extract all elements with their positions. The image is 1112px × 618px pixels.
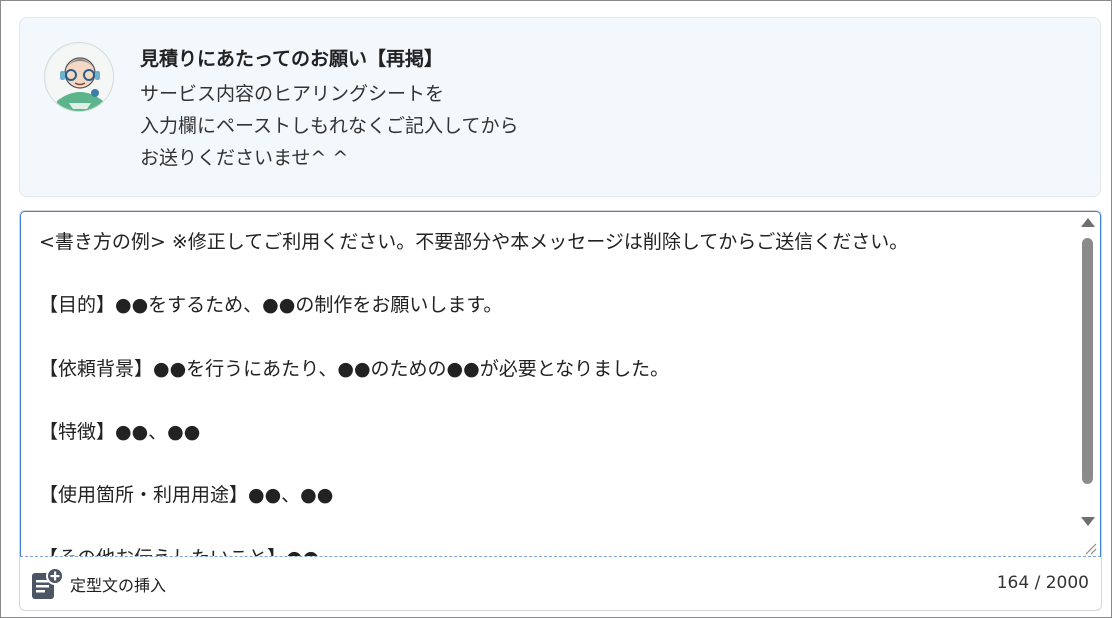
notice-line: お送りくださいませ^ ^ [140, 147, 349, 169]
message-composer: <書き方の例> ※修正してご利用ください。不要部分や本メッセージは削除してからご… [19, 210, 1102, 611]
char-count: 164 [996, 573, 1030, 593]
notice-line: 入力欄にペーストしもれなくご記入してから [140, 115, 519, 137]
notice-line: サービス内容のヒアリングシートを [140, 83, 445, 105]
char-separator: / [1029, 573, 1046, 593]
scrollbar-thumb[interactable] [1082, 238, 1093, 484]
message-line: 【その他お伝えしたいこと】●● [39, 542, 908, 556]
scroll-up-arrow-icon[interactable] [1081, 218, 1095, 227]
vertical-scrollbar[interactable] [1078, 212, 1096, 556]
message-line: <書き方の例> ※修正してご利用ください。不要部分や本メッセージは削除してからご… [39, 231, 909, 253]
insert-template-label: 定型文の挿入 [70, 576, 167, 595]
notice-box: 見積りにあたってのお願い【再掲】 サービス内容のヒアリングシートを 入力欄にペー… [19, 17, 1101, 197]
message-line: 【目的】●●をするため、●●の制作をお願いします。 [39, 294, 503, 317]
message-textarea[interactable]: <書き方の例> ※修正してご利用ください。不要部分や本メッセージは削除してからご… [20, 211, 1101, 557]
char-limit: 2000 [1045, 573, 1089, 593]
notice-body: サービス内容のヒアリングシートを 入力欄にペーストしもれなくご記入してから お送… [140, 78, 518, 174]
composer-footer: 定型文の挿入 164 / 2000 [20, 557, 1101, 610]
insert-template-button[interactable]: 定型文の挿入 [30, 567, 166, 601]
notice-title: 見積りにあたってのお願い【再掲】 [140, 48, 444, 70]
resize-handle-icon[interactable] [1083, 540, 1097, 555]
message-line: 【特徴】●●、●● [39, 420, 201, 443]
scroll-down-arrow-icon[interactable] [1081, 517, 1095, 526]
message-panel: 見積りにあたってのお願い【再掲】 サービス内容のヒアリングシートを 入力欄にペー… [0, 0, 1112, 618]
avatar-icon [44, 42, 114, 112]
character-counter: 164 / 2000 [997, 573, 1089, 593]
message-line: 【依頼背景】●●を行うにあたり、●●のための●●が必要となりました。 [39, 357, 670, 380]
message-line: 【使用箇所・利用用途】●●、●● [39, 484, 334, 507]
message-text: <書き方の例> ※修正してご利用ください。不要部分や本メッセージは削除してからご… [39, 226, 909, 556]
document-add-icon [30, 567, 64, 601]
